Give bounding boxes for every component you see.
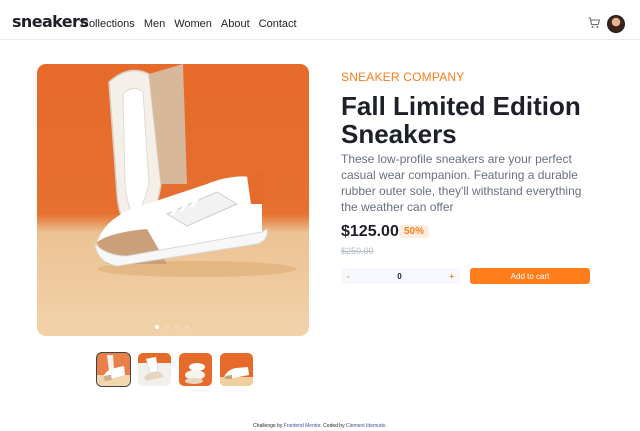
nav-contact[interactable]: Contact xyxy=(259,17,297,31)
quantity-stepper: - 0 + xyxy=(341,268,460,284)
thumbnail-2[interactable] xyxy=(138,353,171,386)
product-title: Fall Limited Edition Sneakers xyxy=(341,91,581,149)
carousel-dot[interactable] xyxy=(155,325,159,329)
decrease-quantity-button[interactable]: - xyxy=(347,272,350,281)
carousel-dots xyxy=(155,325,189,329)
attribution-prefix: Challenge by xyxy=(253,423,284,429)
sneaker-illustration xyxy=(94,64,297,277)
product-description: These low-profile sneakers are your perf… xyxy=(341,152,582,214)
quantity-value: 0 xyxy=(397,271,402,281)
current-price: $125.00 xyxy=(341,223,399,240)
discount-badge: 50% xyxy=(399,225,430,238)
thumbnail-1[interactable] xyxy=(96,352,131,387)
thumbnail-list xyxy=(96,352,253,387)
nav-about[interactable]: About xyxy=(221,17,250,31)
carousel-dot[interactable] xyxy=(175,325,179,329)
user-avatar[interactable] xyxy=(607,15,625,33)
nav-collections[interactable]: Collections xyxy=(81,17,135,31)
main-nav: Collections Men Women About Contact xyxy=(81,17,297,31)
carousel-dot[interactable] xyxy=(185,325,189,329)
author-link[interactable]: Clement Idemudo xyxy=(346,423,385,429)
cart-icon[interactable] xyxy=(588,17,600,29)
nav-women[interactable]: Women xyxy=(174,17,212,31)
increase-quantity-button[interactable]: + xyxy=(449,272,454,281)
thumbnail-4[interactable] xyxy=(220,353,253,386)
nav-men[interactable]: Men xyxy=(144,17,165,31)
add-to-cart-button[interactable]: Add to cart xyxy=(470,268,590,284)
logo[interactable]: sneakers xyxy=(12,12,89,32)
original-price: $250.00 xyxy=(341,246,374,256)
carousel-dot[interactable] xyxy=(165,325,169,329)
thumbnail-3[interactable] xyxy=(179,353,212,386)
attribution-middle: . Coded by xyxy=(320,423,346,429)
frontend-mentor-link[interactable]: Frontend Mentor xyxy=(284,423,321,429)
company-name: SNEAKER COMPANY xyxy=(341,70,465,84)
product-main-image[interactable] xyxy=(37,64,309,336)
footer-attribution: Challenge by Frontend Mentor. Coded by C… xyxy=(0,423,640,429)
site-header: sneakers Collections Men Women About Con… xyxy=(0,0,640,40)
attribution-suffix: . xyxy=(385,423,387,429)
